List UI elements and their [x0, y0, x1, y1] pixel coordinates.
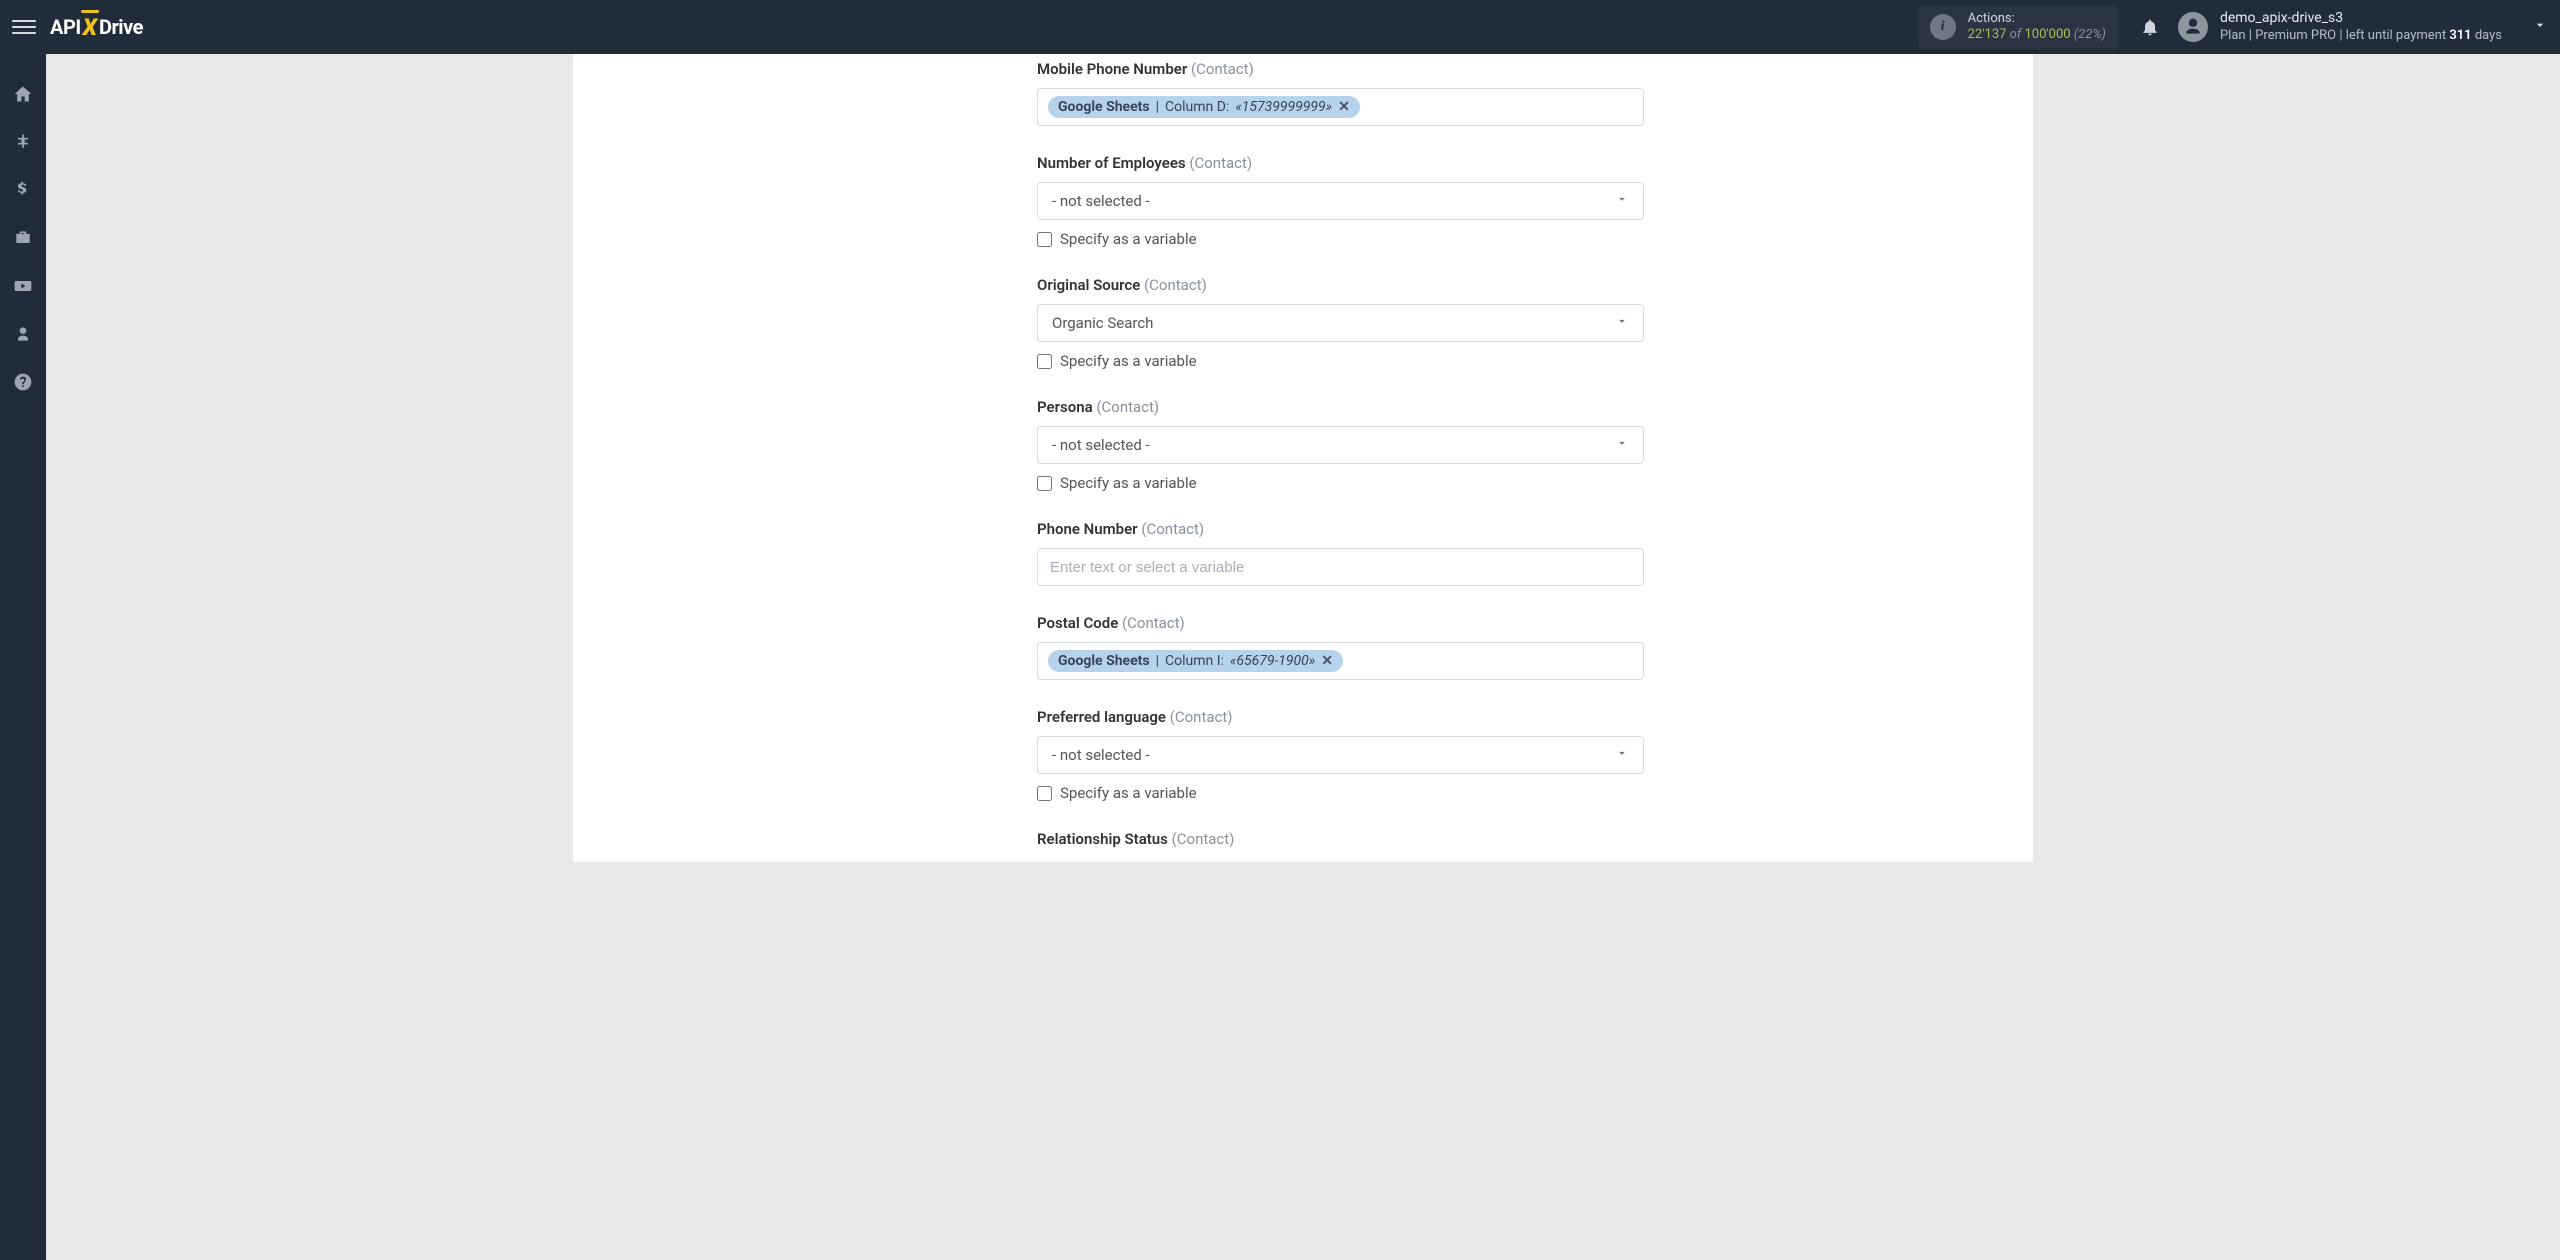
field-label: Postal Code	[1037, 614, 1118, 632]
postal-code-input[interactable]: Google Sheets | Column I: «65679-1900» ✕	[1037, 642, 1644, 680]
user-icon[interactable]	[13, 324, 33, 344]
logo-x: X	[83, 14, 97, 41]
variable-chip: Google Sheets | Column I: «65679-1900» ✕	[1048, 650, 1343, 672]
specify-variable-checkbox[interactable]	[1037, 786, 1052, 801]
dollar-icon[interactable]	[13, 180, 33, 200]
field-label: Phone Number	[1037, 520, 1138, 538]
field-hint: (Contact)	[1141, 520, 1204, 538]
chevron-down-icon	[1615, 314, 1629, 332]
actions-label: Actions:	[1968, 11, 2106, 27]
field-phone: Phone Number (Contact)	[1037, 520, 1644, 586]
remove-chip-icon[interactable]: ✕	[1338, 99, 1350, 115]
field-employees: Number of Employees (Contact) - not sele…	[1037, 154, 1644, 248]
bell-icon[interactable]	[2140, 17, 2160, 37]
field-postal: Postal Code (Contact) Google Sheets | Co…	[1037, 614, 1644, 680]
sitemap-icon[interactable]	[13, 132, 33, 152]
field-mobile-phone: Mobile Phone Number (Contact) Google She…	[1037, 60, 1644, 126]
remove-chip-icon[interactable]: ✕	[1321, 653, 1333, 669]
home-icon[interactable]	[13, 84, 33, 104]
specify-variable-checkbox[interactable]	[1037, 476, 1052, 491]
user-plan: Plan | Premium PRO | left until payment …	[2220, 28, 2502, 44]
youtube-icon[interactable]	[13, 276, 33, 296]
field-hint: (Contact)	[1191, 60, 1254, 78]
specify-variable-label[interactable]: Specify as a variable	[1060, 230, 1197, 248]
phone-number-input[interactable]	[1037, 548, 1644, 586]
specify-variable-label[interactable]: Specify as a variable	[1060, 784, 1197, 802]
field-label: Relationship Status	[1037, 830, 1168, 848]
user-block[interactable]: demo_apix-drive_s3 Plan | Premium PRO | …	[2220, 10, 2502, 44]
chevron-down-icon	[1615, 192, 1629, 210]
logo-text-api: API	[50, 15, 81, 39]
field-hint: (Contact)	[1122, 614, 1185, 632]
specify-variable-checkbox[interactable]	[1037, 232, 1052, 247]
chevron-down-icon[interactable]	[2532, 17, 2548, 37]
variable-chip: Google Sheets | Column D: «15739999999» …	[1048, 96, 1360, 118]
actions-of: of	[2010, 27, 2022, 42]
specify-variable-checkbox[interactable]	[1037, 354, 1052, 369]
persona-select[interactable]: - not selected -	[1037, 426, 1644, 464]
field-hint: (Contact)	[1144, 276, 1207, 294]
logo[interactable]: API X Drive	[50, 14, 143, 41]
language-select[interactable]: - not selected -	[1037, 736, 1644, 774]
info-icon: i	[1930, 14, 1956, 40]
field-hint: (Contact)	[1170, 708, 1233, 726]
actions-counter[interactable]: i Actions: 22'137 of 100'000 (22%)	[1918, 5, 2118, 48]
logo-text-drive: Drive	[99, 15, 143, 39]
chevron-down-icon	[1615, 436, 1629, 454]
field-label: Persona	[1037, 398, 1093, 416]
field-original-source: Original Source (Contact) Organic Search…	[1037, 276, 1644, 370]
field-persona: Persona (Contact) - not selected - Speci…	[1037, 398, 1644, 492]
chevron-down-icon	[1615, 746, 1629, 764]
field-label: Mobile Phone Number	[1037, 60, 1187, 78]
field-label: Original Source	[1037, 276, 1140, 294]
actions-total: 100'000	[2024, 27, 2070, 42]
select-value: - not selected -	[1052, 746, 1150, 764]
avatar[interactable]	[2178, 12, 2208, 42]
select-value: Organic Search	[1052, 314, 1153, 332]
select-value: - not selected -	[1052, 192, 1150, 210]
original-source-select[interactable]: Organic Search	[1037, 304, 1644, 342]
left-sidebar	[0, 54, 46, 1260]
field-label: Preferred language	[1037, 708, 1166, 726]
actions-used: 22'137	[1968, 27, 2007, 42]
field-hint: (Contact)	[1189, 154, 1252, 172]
select-value: - not selected -	[1052, 436, 1150, 454]
hamburger-menu[interactable]	[12, 15, 36, 39]
page: Mobile Phone Number (Contact) Google She…	[46, 54, 2560, 1260]
form-card: Mobile Phone Number (Contact) Google She…	[573, 54, 2033, 862]
field-hint: (Contact)	[1096, 398, 1159, 416]
field-label: Number of Employees	[1037, 154, 1186, 172]
phone-number-field[interactable]	[1038, 549, 1643, 585]
field-language: Preferred language (Contact) - not selec…	[1037, 708, 1644, 802]
employees-select[interactable]: - not selected -	[1037, 182, 1644, 220]
mobile-phone-input[interactable]: Google Sheets | Column D: «15739999999» …	[1037, 88, 1644, 126]
actions-pct: (22%)	[2074, 27, 2106, 42]
topbar: API X Drive i Actions: 22'137 of 100'000…	[0, 0, 2560, 54]
field-relationship: Relationship Status (Contact)	[1037, 830, 1644, 852]
user-name: demo_apix-drive_s3	[2220, 10, 2502, 28]
field-hint: (Contact)	[1172, 830, 1235, 848]
specify-variable-label[interactable]: Specify as a variable	[1060, 474, 1197, 492]
specify-variable-label[interactable]: Specify as a variable	[1060, 352, 1197, 370]
briefcase-icon[interactable]	[13, 228, 33, 248]
help-icon[interactable]	[13, 372, 33, 392]
